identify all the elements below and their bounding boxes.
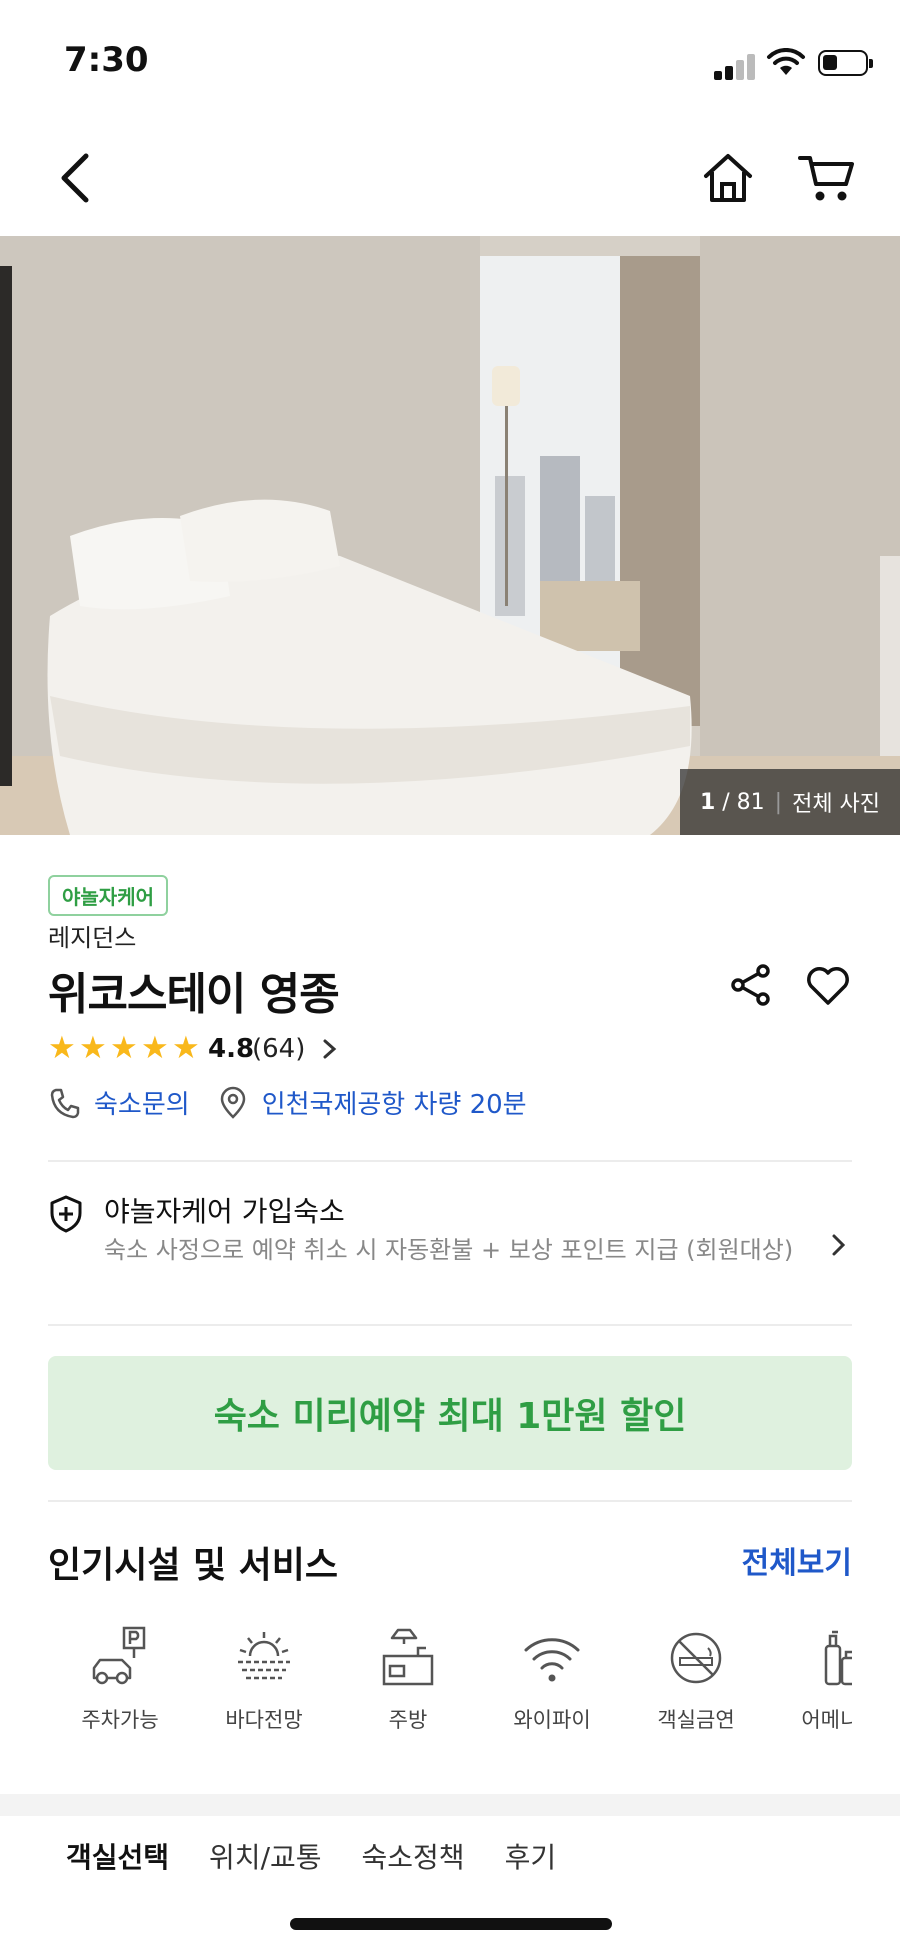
back-icon[interactable] [52, 148, 102, 208]
facilities-title: 인기시설 및 서비스 [48, 1545, 339, 1586]
inquiry-link[interactable]: 숙소문의 [48, 1084, 190, 1121]
home-indicator [290, 1918, 612, 1930]
amenity-label: 어메니티 [801, 1708, 852, 1732]
section-separator [0, 1794, 900, 1816]
see-all-link[interactable]: 전체보기 [742, 1538, 852, 1582]
wifi-status-icon [767, 48, 805, 75]
photo-total-count: / 81 [722, 789, 765, 815]
bottom-tab-bar: 객실선택 위치/교통 숙소정책 후기 [66, 1836, 556, 1876]
care-info-row[interactable]: 야놀자케어 가입숙소 숙소 사정으로 예약 취소 시 자동환불 + 보상 포인트… [48, 1186, 852, 1296]
rating-score[interactable]: 4.8 [208, 1034, 254, 1064]
divider [48, 1500, 852, 1502]
cellular-signal-icon [714, 52, 756, 80]
hero-photo[interactable]: 1 / 81 | 전체 사진 [0, 236, 900, 835]
photo-counter-badge[interactable]: 1 / 81 | 전체 사진 [680, 769, 900, 835]
location-label: 인천국제공항 차량 20분 [261, 1090, 527, 1120]
yanolja-care-tag: 야놀자케어 [48, 875, 168, 916]
tab-room-select[interactable]: 객실선택 [66, 1836, 169, 1876]
contact-row: 숙소문의 인천국제공항 차량 20분 [48, 1084, 553, 1121]
wifi-icon [524, 1638, 580, 1682]
amenity-label: 객실금연 [657, 1708, 735, 1732]
shield-plus-icon [50, 1195, 82, 1233]
amenity-item[interactable]: 주방 [336, 1626, 480, 1736]
home-icon[interactable] [700, 150, 756, 206]
amenity-item[interactable]: 바다전망 [192, 1626, 336, 1736]
star-icon: ★ [141, 1030, 169, 1066]
divider [48, 1160, 852, 1162]
amenity-label: 주방 [388, 1708, 428, 1732]
kitchen-icon [382, 1628, 434, 1686]
photo-current-index: 1 [699, 789, 716, 815]
amenity-label: 주차가능 [81, 1708, 159, 1732]
no-smoking-icon [670, 1632, 722, 1684]
property-category: 레지던스 [48, 924, 137, 952]
care-description: 숙소 사정으로 예약 취소 시 자동환불 + 보상 포인트 지급 (회원대상) [104, 1236, 794, 1264]
amenity-label: 바다전망 [225, 1708, 303, 1732]
star-icon: ★ [79, 1030, 107, 1066]
room-photo-illustration [0, 236, 900, 835]
rating-stars: ★ ★ ★ ★ ★ [48, 1030, 201, 1066]
cart-icon[interactable] [796, 150, 856, 206]
location-link[interactable]: 인천국제공항 차량 20분 [216, 1084, 527, 1121]
amenity-item[interactable]: 객실금연 [624, 1626, 768, 1736]
badge-separator: | [774, 789, 783, 815]
ocean-view-icon [238, 1632, 290, 1680]
amenities-list: 주차가능 바다전망 주방 와이파이 객실금연 어메니 [48, 1626, 852, 1736]
tab-policy[interactable]: 숙소정책 [362, 1836, 465, 1876]
divider [48, 1324, 852, 1326]
promo-banner[interactable]: 숙소 미리예약 최대 1만원 할인 [48, 1356, 852, 1470]
phone-icon [50, 1088, 80, 1118]
parking-icon [92, 1626, 146, 1685]
all-photos-link[interactable]: 전체 사진 [792, 786, 880, 818]
battery-icon [818, 50, 873, 76]
amenity-item[interactable]: 주차가능 [48, 1626, 192, 1736]
amenities-icon [824, 1630, 852, 1686]
chevron-right-icon [832, 1234, 846, 1256]
inquiry-label: 숙소문의 [94, 1090, 190, 1120]
property-title: 위코스테이 영종 [48, 969, 340, 1020]
map-pin-icon [220, 1086, 245, 1119]
tab-location[interactable]: 위치/교통 [209, 1836, 321, 1876]
amenity-item[interactable]: 어메니티 [768, 1626, 852, 1736]
care-heading: 야놀자케어 가입숙소 [104, 1195, 345, 1228]
amenity-item[interactable]: 와이파이 [480, 1626, 624, 1736]
star-icon: ★ [172, 1030, 200, 1066]
review-count[interactable]: (64) [252, 1034, 305, 1064]
tab-reviews[interactable]: 후기 [505, 1836, 557, 1876]
star-icon: ★ [48, 1030, 76, 1066]
share-icon[interactable] [728, 962, 774, 1008]
amenity-label: 와이파이 [513, 1708, 591, 1732]
chevron-right-icon[interactable] [320, 1034, 340, 1064]
status-time: 7:30 [64, 40, 149, 80]
star-icon: ★ [110, 1030, 138, 1066]
heart-icon[interactable] [804, 962, 852, 1008]
